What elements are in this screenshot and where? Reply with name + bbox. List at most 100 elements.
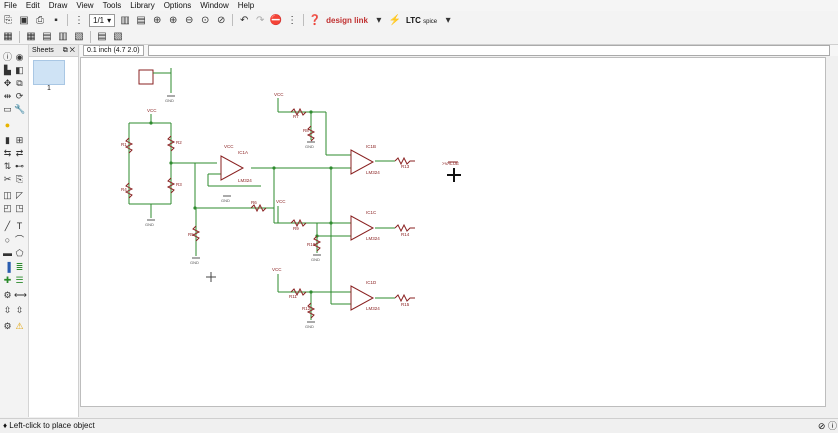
value-icon[interactable]: ◳ [14,203,25,214]
tag-icon[interactable]: ◧ [14,65,25,76]
dimension-icon[interactable]: ⟷ [14,290,27,301]
circle-icon[interactable]: ○ [2,235,13,246]
bitmap-icon[interactable]: ▤ [134,13,148,27]
wrench-icon[interactable]: 🔧 [14,104,25,115]
arc-icon[interactable]: ⌒ [14,235,25,246]
board-icon[interactable]: ▥ [118,13,132,27]
cam-icon[interactable]: ▪ [49,13,63,27]
opamp-part-label: LM324 [238,178,252,183]
cut-icon[interactable]: ✂ [2,174,13,185]
stop-icon[interactable]: ⛔ [269,13,283,27]
stop-icon[interactable]: ⊘ [818,421,826,431]
text-icon[interactable]: T [14,221,25,232]
add-icon[interactable]: ⊞ [14,135,25,146]
component-labels: VCC VCC VCC VCC VCC IC1A IC1B IC1C IC1D … [121,92,459,311]
zoom-select[interactable]: 1/1 ▾ [89,13,116,27]
grid-icon[interactable]: ▦ [1,30,15,44]
copy-icon[interactable]: ⧉ [14,78,25,89]
layer-select-icon[interactable]: ▙ [2,65,13,76]
menu-file[interactable]: File [0,1,22,11]
rect-icon[interactable]: ▬ [2,248,13,259]
zoom-fit-icon[interactable]: ⊕ [150,13,164,27]
undo-icon[interactable]: ↶ [237,13,251,27]
panel-controls-icon[interactable]: ⧉ ✕ [63,45,75,56]
bus-icon[interactable]: ▐ [2,262,13,273]
chevron-down-icon[interactable]: ▾ [441,13,455,27]
menu-library[interactable]: Library [126,1,159,11]
eye-icon[interactable]: ◉ [14,52,25,63]
resistor-label: R3 [176,182,182,187]
group-icon[interactable]: ▭ [2,104,13,115]
replace-icon[interactable]: ⇄ [14,148,25,159]
script-icon[interactable]: ⋮ [72,13,86,27]
chevron-down-icon[interactable]: ▾ [372,13,386,27]
attribute-icon[interactable]: ⚙ [2,290,13,301]
menu-window[interactable]: Window [196,1,233,11]
zoom-select-icon[interactable]: ⊙ [198,13,212,27]
move-icon[interactable]: ✥ [2,78,13,89]
net-icon[interactable]: ≣ [14,262,25,273]
menu-options[interactable]: Options [160,1,197,11]
layers2-icon[interactable]: ▧ [111,30,125,44]
module-icon[interactable]: ⇳ [14,305,25,316]
paste-icon[interactable]: ⎘ [14,174,25,185]
menu-view[interactable]: View [72,1,98,11]
label-icon[interactable]: ☰ [14,275,25,286]
zoom-out-icon[interactable]: ⊖ [182,13,196,27]
opamp-part-label: LM324 [366,236,380,241]
menu-edit[interactable]: Edit [22,1,45,11]
pinswap-icon[interactable]: ⇅ [2,161,13,172]
polygon-icon[interactable]: ⬠ [14,248,25,259]
ltspice-button[interactable]: LTC spice [406,16,437,25]
warning-icon[interactable]: ⚠ [14,321,25,332]
cursor-marks [206,168,461,282]
menu-help[interactable]: Help [234,1,259,11]
resistor-label: R10 [307,242,316,247]
menu-draw[interactable]: Draw [45,1,73,11]
print-icon[interactable]: ⎙ [33,13,47,27]
help-icon[interactable]: ❓ [308,13,322,27]
horizontal-scrollbar[interactable] [80,407,826,417]
zoom-last-icon[interactable]: ⊘ [214,13,228,27]
miter-icon[interactable]: ◸ [14,190,25,201]
sheets-panel: Sheets ⧉ ✕ 1 [29,45,79,417]
status-text: ♦ Left-click to place object [3,421,95,430]
split-icon[interactable]: ◫ [2,190,13,201]
erc-icon[interactable]: ⚙ [2,321,13,332]
paint-icon[interactable]: ● [2,120,13,131]
zoom-in-icon[interactable]: ⊕ [166,13,180,27]
redo-icon[interactable]: ↷ [253,13,267,27]
delete-icon[interactable]: ▮ [2,135,13,146]
ltspice-icon: ⚡ [388,14,402,26]
coordinate-bar: 0.1 inch (4.7 2.0) [80,45,838,56]
save-icon[interactable]: ▣ [17,13,31,27]
layer3-icon[interactable]: ▥ [56,30,70,44]
command-line-input[interactable] [147,45,830,56]
frame-icon[interactable]: ⇳ [2,305,13,316]
open-icon[interactable]: ⎘ [1,13,15,27]
layer4-icon[interactable]: ▧ [72,30,86,44]
line-icon[interactable]: ╱ [2,221,13,232]
sheet-thumbnail[interactable] [33,60,65,85]
gateswap-icon[interactable]: ⊷ [14,161,25,172]
toolbar-separator [303,14,305,26]
layers-icon[interactable]: ▤ [95,30,109,44]
opamp-name-label: IC1C [366,210,377,215]
layer-icon[interactable]: ▦ [24,30,38,44]
smash-icon[interactable]: ◰ [2,203,13,214]
status-icons: ⊘ ⓘ [818,419,837,433]
info-icon[interactable]: ⓘ [828,421,837,431]
junction-icon[interactable]: ✚ [2,275,13,286]
info-icon[interactable]: ⓘ [2,52,13,63]
go-icon[interactable]: ⋮ [285,13,299,27]
layer2-icon[interactable]: ▤ [40,30,54,44]
resistor-label: R11 [289,294,297,299]
junctions [149,110,333,294]
vertical-scrollbar[interactable] [826,57,838,407]
rotate-icon[interactable]: ⟳ [14,91,25,102]
schematic-canvas[interactable]: VCC VCC VCC VCC VCC IC1A IC1B IC1C IC1D … [80,57,826,407]
swap-icon[interactable]: ⇆ [2,148,13,159]
menu-tools[interactable]: Tools [99,1,127,11]
design-link-button[interactable]: design link [326,16,368,25]
mirror-icon[interactable]: ⇹ [2,91,13,102]
